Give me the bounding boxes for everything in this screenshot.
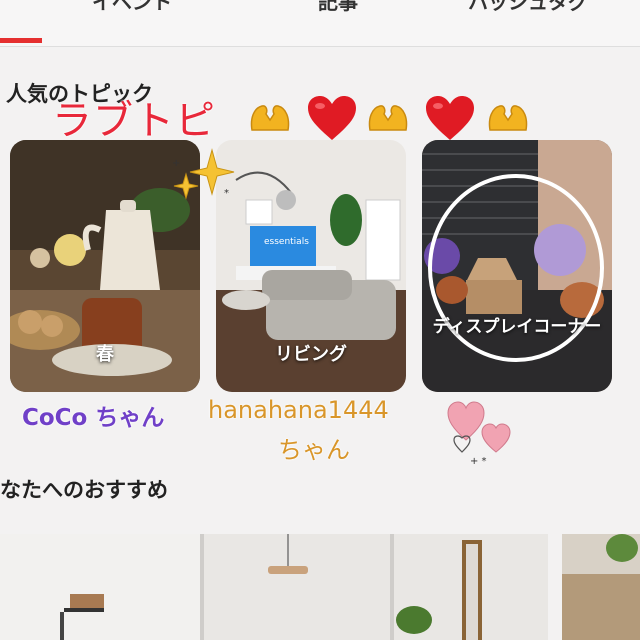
- recommend-card-2[interactable]: [562, 534, 640, 640]
- topic-card-living[interactable]: essentials リビング: [216, 140, 406, 392]
- recommend-photo: [562, 534, 640, 640]
- svg-text:*: *: [224, 188, 229, 199]
- heart-hands-icon: [488, 105, 528, 131]
- recommend-heading: なたへのおすすめ: [0, 478, 168, 502]
- tab-articles[interactable]: 記事: [318, 0, 358, 15]
- recommend-card-1[interactable]: [0, 534, 548, 640]
- pink-hearts-icon: + *: [447, 401, 511, 467]
- tab-hashtags[interactable]: ハッシュタグ: [468, 0, 588, 15]
- caption-coco: CoCo ちゃん: [22, 405, 165, 431]
- red-heart-icon: [308, 96, 356, 140]
- caption-hana-line2: ちゃん: [278, 436, 350, 464]
- topic-card-label: 春: [96, 344, 114, 365]
- caption-hana-line1: hanahana1444: [208, 396, 389, 424]
- heart-hands-icon: [250, 105, 290, 131]
- tv-screen-text: essentials: [264, 237, 309, 247]
- tab-bar: イベント 記事 ハッシュタグ: [0, 0, 640, 47]
- svg-text:+: +: [172, 158, 180, 169]
- active-tab-indicator: [0, 38, 42, 43]
- sparkle-icon: + *: [172, 148, 235, 200]
- topic-card-label: リビング: [275, 344, 347, 365]
- tab-events[interactable]: イベント: [92, 0, 172, 15]
- red-heart-icon: [426, 96, 474, 140]
- love-topic-overlay-text: ラブトピ: [52, 98, 216, 144]
- heart-hands-icon: [368, 105, 408, 131]
- topic-card-label: ディスプレイコーナー: [432, 317, 602, 337]
- recommend-photo: [0, 534, 548, 640]
- svg-text:+ *: + *: [470, 456, 487, 467]
- display-corner-photo: [422, 140, 612, 392]
- topic-card-display-corner[interactable]: ディスプレイコーナー: [422, 140, 612, 392]
